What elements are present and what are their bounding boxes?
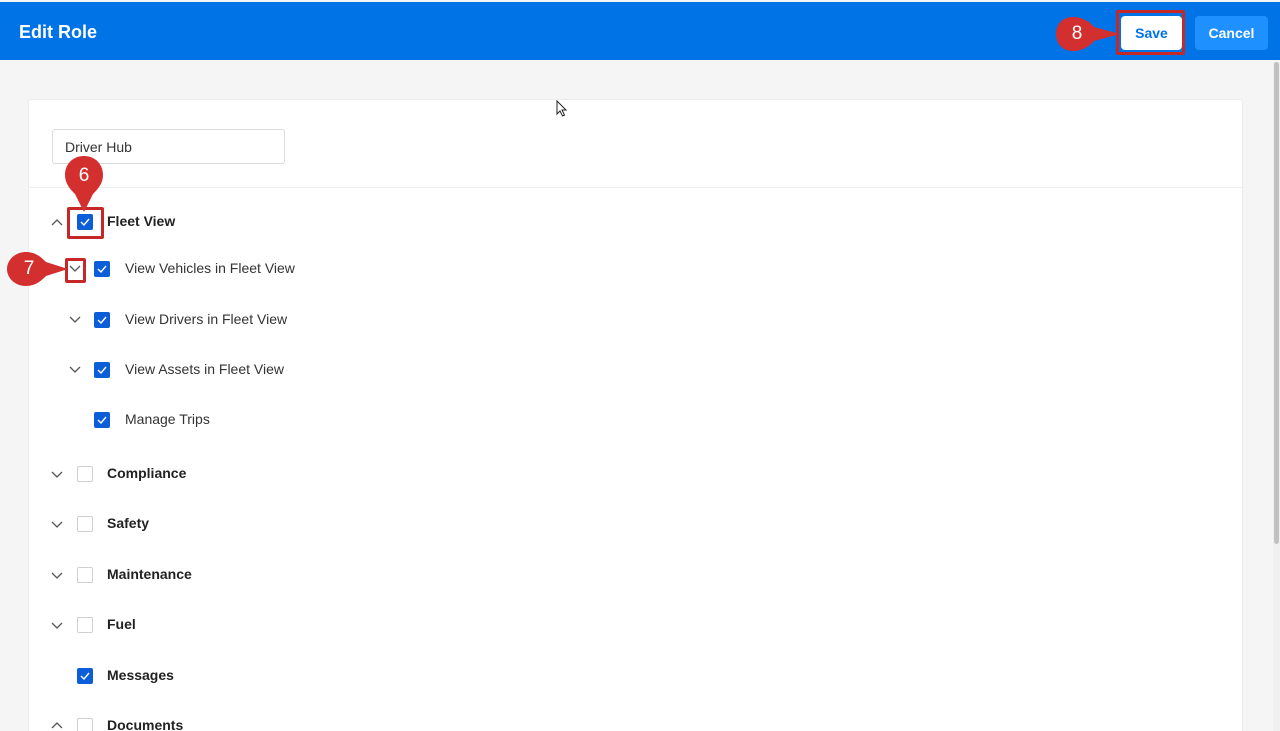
maintenance-label: Maintenance bbox=[107, 566, 192, 582]
documents-label: Documents bbox=[107, 717, 184, 731]
page-title: Edit Role bbox=[19, 22, 98, 42]
page-scrollbar[interactable] bbox=[1273, 62, 1280, 731]
manage-trips-checkbox[interactable] bbox=[94, 412, 110, 428]
messages-checkbox[interactable] bbox=[77, 668, 93, 684]
cancel-button[interactable]: Cancel bbox=[1195, 16, 1268, 50]
chevron-down-icon[interactable] bbox=[50, 517, 64, 531]
mouse-cursor-icon bbox=[556, 99, 568, 122]
chevron-down-icon[interactable] bbox=[50, 467, 64, 481]
safety-label: Safety bbox=[107, 515, 150, 531]
fuel-checkbox[interactable] bbox=[77, 617, 93, 633]
documents-checkbox[interactable] bbox=[77, 718, 93, 731]
view-drivers-label: View Drivers in Fleet View bbox=[125, 311, 288, 327]
fuel-label: Fuel bbox=[107, 616, 136, 632]
maintenance-checkbox[interactable] bbox=[77, 567, 93, 583]
callout-7: 7 bbox=[4, 250, 70, 288]
compliance-label: Compliance bbox=[107, 465, 187, 481]
manage-trips-label: Manage Trips bbox=[125, 411, 210, 427]
callout-8: 8 bbox=[1054, 15, 1122, 53]
chevron-down-icon[interactable] bbox=[68, 261, 82, 275]
callout-6: 6 bbox=[63, 154, 105, 214]
callout-8-number: 8 bbox=[1071, 23, 1083, 44]
chevron-down-icon[interactable] bbox=[68, 312, 82, 326]
fleet-view-label: Fleet View bbox=[107, 213, 176, 229]
callout-7-number: 7 bbox=[23, 258, 35, 279]
checkmark-icon bbox=[97, 265, 107, 274]
chevron-down-icon[interactable] bbox=[50, 618, 64, 632]
checkmark-icon bbox=[80, 218, 90, 227]
chevron-up-icon[interactable] bbox=[50, 216, 64, 230]
compliance-checkbox[interactable] bbox=[77, 466, 93, 482]
view-drivers-checkbox[interactable] bbox=[94, 312, 110, 328]
scrollbar-thumb[interactable] bbox=[1274, 62, 1279, 544]
view-vehicles-checkbox[interactable] bbox=[94, 261, 110, 277]
checkmark-icon bbox=[97, 416, 107, 425]
safety-checkbox[interactable] bbox=[77, 516, 93, 532]
checkmark-icon bbox=[80, 672, 90, 681]
checkmark-icon bbox=[97, 316, 107, 325]
card-divider bbox=[29, 187, 1242, 188]
view-assets-checkbox[interactable] bbox=[94, 362, 110, 378]
checkmark-icon bbox=[97, 366, 107, 375]
chevron-down-icon[interactable] bbox=[50, 568, 64, 582]
messages-label: Messages bbox=[107, 667, 174, 683]
role-card bbox=[28, 99, 1243, 731]
save-button[interactable]: Save bbox=[1121, 16, 1182, 50]
chevron-up-icon[interactable] bbox=[50, 719, 64, 731]
view-vehicles-label: View Vehicles in Fleet View bbox=[125, 260, 295, 276]
view-assets-label: View Assets in Fleet View bbox=[125, 361, 285, 377]
callout-6-number: 6 bbox=[78, 165, 90, 186]
chevron-down-icon[interactable] bbox=[68, 362, 82, 376]
fleet-view-checkbox[interactable] bbox=[77, 214, 93, 230]
